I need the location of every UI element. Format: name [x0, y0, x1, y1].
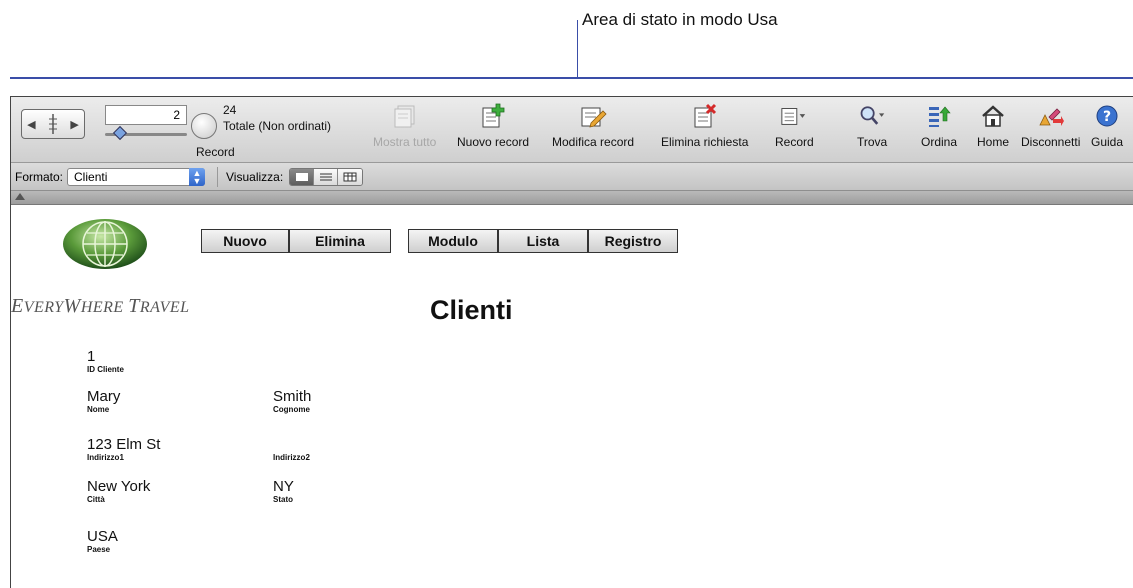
- home-icon: [982, 105, 1004, 127]
- citta-value[interactable]: New York: [87, 479, 150, 495]
- new-record-icon: [482, 103, 505, 128]
- callout-label: Area di stato in modo Usa: [582, 10, 778, 29]
- indirizzo1-label: Indirizzo1: [87, 453, 124, 462]
- cognome-label: Cognome: [273, 405, 310, 414]
- select-stepper-icon: ▲ ▼: [189, 167, 206, 186]
- total-record-count: 24: [223, 103, 237, 117]
- list-view-icon: [319, 173, 332, 180]
- formato-value: Clienti: [74, 169, 108, 184]
- ordina-label: Ordina: [921, 135, 958, 149]
- svg-text:?: ?: [1103, 109, 1111, 125]
- nome-value[interactable]: Mary: [87, 389, 120, 405]
- guida-button[interactable]: ? Guida: [1091, 103, 1123, 149]
- book-prev-icon[interactable]: ◀: [27, 118, 35, 131]
- record-menu-icon: [781, 108, 806, 125]
- nome-field[interactable]: Mary Nome: [87, 389, 120, 415]
- mostra-tutto-button[interactable]: Mostra tutto: [373, 103, 436, 149]
- home-button[interactable]: Home: [977, 103, 1009, 149]
- everywhere-travel-logo: EVERYWHERE TRAVEL: [11, 295, 190, 317]
- stato-label: Stato: [273, 495, 293, 504]
- found-set-pie-icon: [191, 113, 217, 139]
- ordina-button[interactable]: Ordina: [921, 103, 957, 149]
- table-view-icon: [343, 172, 357, 181]
- view-mode-group: [289, 167, 364, 186]
- book-next-icon[interactable]: ▶: [70, 118, 78, 131]
- indirizzo2-field[interactable]: Indirizzo2: [273, 437, 310, 463]
- disconnetti-button[interactable]: Disconnetti: [1021, 103, 1080, 149]
- paese-label: Paese: [87, 545, 111, 554]
- layout-content: EVERYWHERE TRAVEL Nuovo Elimina Modulo L…: [11, 205, 1133, 588]
- total-record-label: Totale (Non ordinati): [223, 119, 332, 133]
- nuovo-button[interactable]: Nuovo: [201, 229, 289, 253]
- nuovo-record-label: Nuovo record: [457, 135, 530, 149]
- stato-value[interactable]: NY: [273, 479, 294, 495]
- collapse-triangle-icon[interactable]: [15, 193, 25, 200]
- nome-label: Nome: [87, 405, 110, 414]
- formato-label: Formato:: [15, 169, 64, 184]
- home-label: Home: [977, 135, 1010, 149]
- modifica-record-label: Modifica record: [552, 135, 635, 149]
- paese-value[interactable]: USA: [87, 529, 118, 545]
- modifica-record-button[interactable]: Modifica record: [552, 103, 634, 149]
- form-view-icon: [295, 172, 308, 181]
- book-pages-icon: [48, 114, 57, 134]
- id-cliente-value[interactable]: 1: [87, 349, 124, 365]
- elimina-button[interactable]: Elimina: [289, 229, 391, 253]
- trova-label: Trova: [857, 135, 888, 149]
- citta-label: Città: [87, 495, 105, 504]
- cognome-field[interactable]: Smith Cognome: [273, 389, 311, 415]
- current-record-input[interactable]: 2: [105, 105, 187, 125]
- callout-pointer-line: [577, 20, 578, 77]
- formato-select[interactable]: Clienti ▲ ▼: [67, 167, 206, 186]
- sort-icon: [929, 106, 951, 127]
- help-icon: ?: [1096, 105, 1118, 127]
- citta-field[interactable]: New York Città: [87, 479, 150, 505]
- indirizzo1-field[interactable]: 123 Elm St Indirizzo1: [87, 437, 160, 463]
- disconnetti-label: Disconnetti: [1021, 135, 1081, 149]
- elimina-richiesta-button[interactable]: Elimina richiesta: [661, 103, 748, 149]
- status-toolbar: ◀ ▶ 2 24 Totale (Non ordinati) Record Mo…: [11, 97, 1133, 163]
- trova-button[interactable]: Trova: [857, 103, 887, 149]
- indirizzo2-label: Indirizzo2: [273, 453, 310, 462]
- magnifier-icon: [860, 106, 885, 125]
- lista-button[interactable]: Lista: [498, 229, 588, 253]
- delete-request-icon: [694, 103, 716, 128]
- nuovo-record-button[interactable]: Nuovo record: [457, 103, 529, 149]
- callout-bracket-line: [10, 77, 1133, 79]
- app-window: ◀ ▶ 2 24 Totale (Non ordinati) Record Mo…: [10, 96, 1133, 588]
- record-slider-thumb[interactable]: [112, 125, 128, 141]
- guida-label: Guida: [1091, 135, 1124, 149]
- disconnect-icon: [1039, 108, 1064, 126]
- elimina-richiesta-label: Elimina richiesta: [661, 135, 749, 149]
- mostra-tutto-label: Mostra tutto: [373, 135, 437, 149]
- edit-record-icon: [581, 107, 607, 128]
- indirizzo2-value[interactable]: [273, 437, 310, 453]
- visualizza-label: Visualizza:: [226, 169, 284, 184]
- paese-field[interactable]: USA Paese: [87, 529, 118, 555]
- registro-button[interactable]: Registro: [588, 229, 678, 253]
- format-bar: Formato: Clienti ▲ ▼ Visualizza:: [11, 163, 1133, 191]
- record-menu-button[interactable]: Record: [775, 103, 814, 149]
- record-label: Record: [196, 145, 235, 159]
- view-as-list-button[interactable]: [314, 168, 339, 185]
- cognome-value[interactable]: Smith: [273, 389, 311, 405]
- record-menu-label: Record: [775, 135, 814, 149]
- id-cliente-label: ID Cliente: [87, 365, 124, 374]
- id-cliente-field[interactable]: 1 ID Cliente: [87, 349, 124, 375]
- record-book-navigator[interactable]: ◀ ▶: [21, 109, 85, 139]
- status-toolbar-resize-bar[interactable]: [11, 191, 1133, 205]
- format-bar-divider: [217, 166, 219, 187]
- indirizzo1-value[interactable]: 123 Elm St: [87, 437, 160, 453]
- globe-logo-icon: [63, 219, 147, 269]
- layout-title: Clienti: [430, 295, 513, 325]
- view-as-form-button[interactable]: [290, 168, 315, 185]
- stato-field[interactable]: NY Stato: [273, 479, 294, 505]
- view-as-table-button[interactable]: [338, 168, 363, 185]
- show-all-icon: [394, 105, 415, 128]
- modulo-button[interactable]: Modulo: [408, 229, 498, 253]
